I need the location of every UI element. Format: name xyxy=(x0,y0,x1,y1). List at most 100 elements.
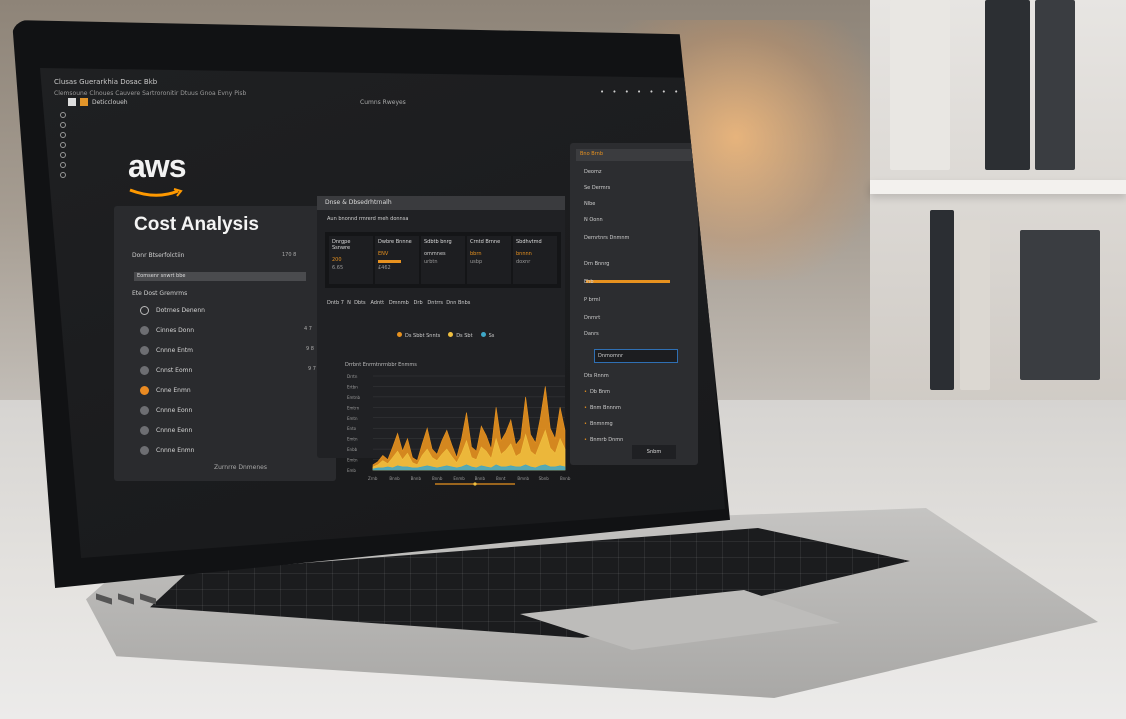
submit-button[interactable]: Snbm xyxy=(632,445,676,459)
side-icon-bar xyxy=(60,112,66,178)
kpi-sub: £462 xyxy=(378,265,391,271)
nav-icon[interactable] xyxy=(60,162,66,168)
gray-circle-icon xyxy=(140,326,149,335)
kpi-value: bbrn xyxy=(470,251,482,257)
cost-item[interactable]: Cnnne Enmn xyxy=(140,446,194,455)
side-panel-subitem[interactable]: Bnmrb Dnmn xyxy=(584,437,623,443)
kpi-card[interactable]: Crntd Brnne bbrn usbp xyxy=(467,236,511,284)
filter-bar[interactable]: Dntb 7 N Dbts Adntt Dmnmb Drb Dntrrs Dnn… xyxy=(327,300,470,306)
filter-side-panel: Bno Brnb Deomz Se Dermrs Nlbe N Oonn Der… xyxy=(570,143,698,465)
cost-item[interactable]: Cnnst Eomn xyxy=(140,366,192,375)
cost-item-label: Cinnes Donn xyxy=(156,327,195,334)
y-tick-label: Emtrn xyxy=(347,405,360,410)
kpi-card[interactable]: Dnrgpe Ssnwre 200 6.65 xyxy=(329,236,373,284)
cost-item-label: Cnne Enmn xyxy=(156,387,191,394)
filter-chip[interactable]: Dnn Bnbs xyxy=(446,300,470,306)
side-panel-subitem[interactable]: Db Bnm xyxy=(584,389,610,395)
kpi-value: ommnes xyxy=(424,251,446,257)
cost-analysis-panel: Cost Analysis Donr Btserfolctiin 170 8 E… xyxy=(114,206,336,481)
side-panel-item[interactable]: N Oonn xyxy=(584,217,603,223)
filter-chip[interactable]: Drb xyxy=(414,300,423,306)
book xyxy=(1035,0,1075,170)
side-panel-header: Bno Brnb xyxy=(576,149,692,161)
panel-subheader: Aun bnonnd rmrerd meh donnsa xyxy=(327,216,409,222)
filter-chip[interactable]: Dbts xyxy=(354,300,366,306)
laptop-screen: Clusas Guerarkhia Dosac Bkb Clemsoune Cl… xyxy=(40,68,725,558)
nav-icon[interactable] xyxy=(60,152,66,158)
side-panel-subitem[interactable]: Bnmnmg xyxy=(584,421,613,427)
side-panel-subitem[interactable]: Dts Rnnm xyxy=(584,373,609,379)
chart-title: Drrbnt Enrmtnrrnbbr Enmms xyxy=(345,362,417,368)
tab-label: Deticcloueh xyxy=(92,98,128,106)
nav-icon[interactable] xyxy=(60,122,66,128)
y-tick-label: Emtn xyxy=(347,437,358,442)
kpi-card[interactable]: Sbdhvtmd bnnnn doxnr xyxy=(513,236,557,284)
legend-item: Ds Sbt xyxy=(448,332,473,339)
section-label: Ete Dost Gremrms xyxy=(132,290,188,297)
panel-subheader: Donr Btserfolctiin xyxy=(132,252,185,259)
nav-icon[interactable] xyxy=(60,142,66,148)
side-panel-subitem[interactable]: Bnm Bnnnm xyxy=(584,405,621,411)
x-tick-label: Bnnb xyxy=(560,476,571,481)
gray-circle-icon xyxy=(140,366,149,375)
cost-item[interactable]: Cnnne Eenn xyxy=(140,426,192,435)
aws-logo: aws xyxy=(128,148,186,204)
panel-subheader-count: 170 8 xyxy=(282,252,297,258)
cost-item-label: Cnnne Enmn xyxy=(156,447,195,454)
book xyxy=(985,0,1030,170)
browser-tab[interactable]: Deticcloueh xyxy=(68,98,128,106)
side-panel-item[interactable]: Se Dermrs xyxy=(584,185,610,191)
legend-label: Ds Sbbt Snnts xyxy=(405,333,441,339)
kpi-value: 200 xyxy=(332,257,342,263)
x-tick-label: Bnnb xyxy=(475,476,486,481)
panel-footer-link[interactable]: Zurnrre Dnmenes xyxy=(214,464,267,471)
dropdown-select[interactable]: Dnmomnr xyxy=(594,349,678,363)
cost-item[interactable]: Dotrnes Denenn xyxy=(140,306,205,315)
orange-circle-icon xyxy=(140,386,149,395)
nav-icon[interactable] xyxy=(60,172,66,178)
browser-menu-bar[interactable]: Clemsoune Clnoues Cauvere Sartroronitir … xyxy=(54,90,246,97)
cost-item[interactable]: Cinnes Donn xyxy=(140,326,194,335)
side-panel-item[interactable]: Deomz xyxy=(584,169,601,175)
side-panel-item[interactable]: P brml xyxy=(584,297,600,303)
filter-chip[interactable]: Dmnmb xyxy=(389,300,409,306)
filter-input[interactable]: Eomsenr snwrt bbe xyxy=(134,272,306,281)
nav-icon[interactable] xyxy=(60,132,66,138)
side-panel-item[interactable]: Danrs xyxy=(584,331,599,337)
background-bookshelf xyxy=(870,0,1126,420)
page-tab-title: Cumns Rweyes xyxy=(360,99,406,106)
kpi-card[interactable]: Dwbre Bnnne ENV £462 xyxy=(375,236,419,284)
cost-area-chart: Drrtn Ertbn Emtnb Emtrn Emtn Ento Emtn Enbb Emtn… xyxy=(347,374,571,486)
side-panel-item[interactable]: Dernrtnrs Dnmnm xyxy=(584,235,629,241)
kpi-value: bnnnn xyxy=(516,251,532,257)
x-tick-label: Zrnb xyxy=(368,476,378,481)
filter-chip[interactable]: Dntrrs xyxy=(427,300,443,306)
legend-item: Ss xyxy=(480,332,495,339)
y-tick-label: Ertbn xyxy=(347,384,358,389)
filter-chip[interactable]: Dntb 7 xyxy=(327,300,344,306)
y-tick-label: Emb xyxy=(347,468,356,473)
filter-chip[interactable]: Adntt xyxy=(370,300,384,306)
cost-item-label: Cnnne Entm xyxy=(156,347,193,354)
legend-label: Ss xyxy=(488,333,495,339)
side-panel-item[interactable]: Drn Bnnrg xyxy=(584,261,610,267)
cost-item[interactable]: Cnnne Eonn xyxy=(140,406,192,415)
range-slider-handle[interactable] xyxy=(473,482,477,486)
side-panel-item[interactable]: Nlbe xyxy=(584,201,595,207)
cost-item-count: 4 7 xyxy=(304,326,312,332)
cost-item[interactable]: Cnne Enmn xyxy=(140,386,191,395)
kpi-bar xyxy=(378,260,401,263)
filter-chip[interactable]: N xyxy=(347,300,351,306)
y-tick-label: Ento xyxy=(347,426,357,431)
cost-item-label: Cnnne Eonn xyxy=(156,407,193,414)
cost-item[interactable]: Cnnne Entm xyxy=(140,346,193,355)
side-panel-item[interactable]: Dnrnrt xyxy=(584,315,600,321)
aws-smile-icon xyxy=(129,188,183,197)
nav-icon[interactable] xyxy=(60,112,66,118)
book xyxy=(930,210,954,390)
side-panel-item[interactable]: Ehb xyxy=(584,279,594,285)
kpi-card[interactable]: Sdbtb bnrg ommnes urbtn xyxy=(421,236,465,284)
kpi-title: Dnrgpe Ssnwre xyxy=(332,239,351,251)
chart-legend: Ds Sbbt Snnts Ds Sbt Ss xyxy=(397,332,494,339)
y-tick-label: Drrtn xyxy=(347,374,358,379)
